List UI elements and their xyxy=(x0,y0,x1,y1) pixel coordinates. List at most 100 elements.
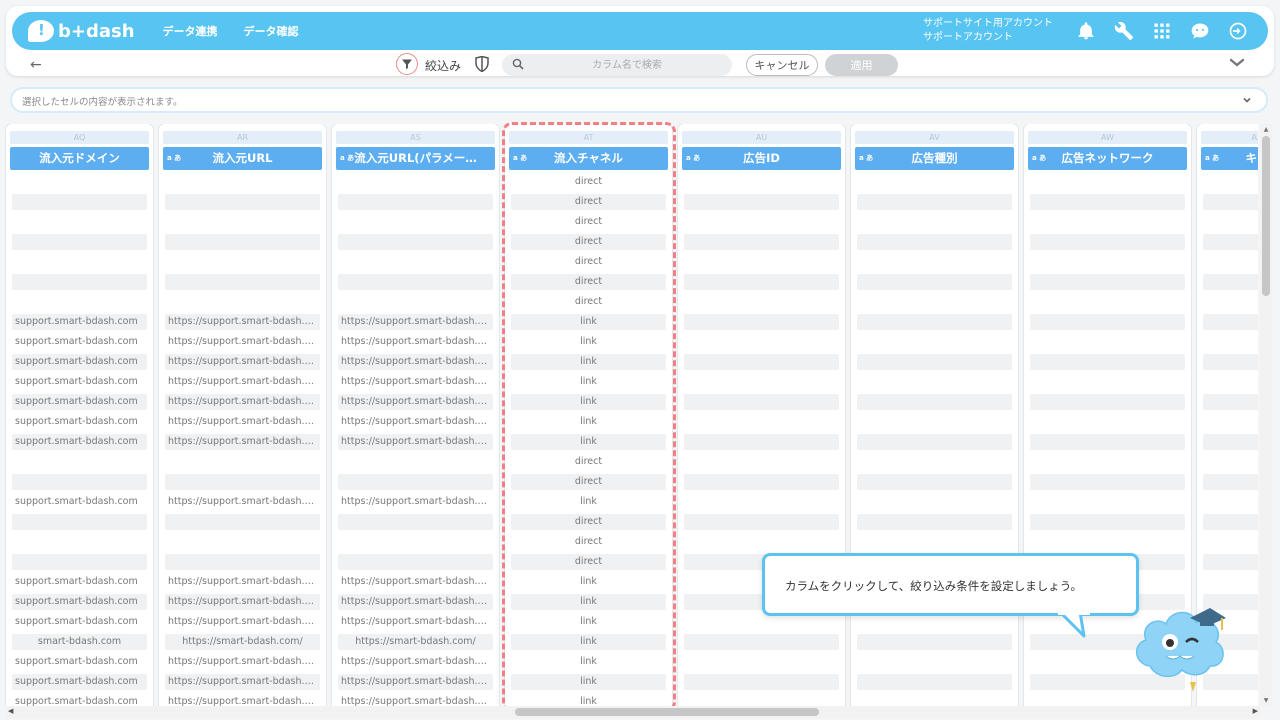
table-cell[interactable] xyxy=(684,434,839,450)
table-cell[interactable] xyxy=(1203,554,1258,570)
filter-funnel-icon[interactable] xyxy=(396,53,418,75)
table-cell[interactable] xyxy=(1030,534,1185,550)
table-cell[interactable] xyxy=(12,274,147,290)
table-cell[interactable] xyxy=(338,554,493,570)
table-cell[interactable] xyxy=(165,254,320,270)
table-cell[interactable] xyxy=(1030,194,1185,210)
table-cell[interactable] xyxy=(1203,254,1258,270)
table-cell[interactable] xyxy=(1030,694,1185,706)
table-cell[interactable] xyxy=(684,234,839,250)
table-cell[interactable] xyxy=(857,454,1012,470)
table-cell[interactable]: https://support.smart-bdash.com/ xyxy=(165,614,320,630)
table-cell[interactable] xyxy=(684,194,839,210)
table-cell[interactable] xyxy=(1203,414,1258,430)
table-cell[interactable]: smart-bdash.com xyxy=(12,634,147,650)
table-cell[interactable] xyxy=(12,474,147,490)
wrench-icon[interactable] xyxy=(1112,19,1136,43)
table-cell[interactable] xyxy=(12,194,147,210)
table-cell[interactable] xyxy=(857,614,1012,630)
table-cell[interactable]: support.smart-bdash.com xyxy=(12,614,147,630)
cell-content-preview[interactable]: 選択したセルの内容が表示されます。 xyxy=(10,87,1268,113)
table-cell[interactable]: link xyxy=(511,394,666,410)
table-cell[interactable] xyxy=(12,214,147,230)
table-cell[interactable] xyxy=(1203,514,1258,530)
column-as[interactable]: AS a あ流入元URL(パラメー… https://support.smart-b… xyxy=(332,124,499,706)
table-cell[interactable] xyxy=(684,214,839,230)
table-cell[interactable] xyxy=(338,254,493,270)
table-cell[interactable]: support.smart-bdash.com xyxy=(12,594,147,610)
table-cell[interactable]: https://smart-bdash.com/ xyxy=(165,634,320,650)
column-ar[interactable]: AR a あ 流入元URL https://support.smart-bdash.c… xyxy=(159,124,326,706)
table-cell[interactable] xyxy=(857,634,1012,650)
table-cell[interactable]: support.smart-bdash.com xyxy=(12,354,147,370)
column-au[interactable]: AU a あ 広告ID xyxy=(678,124,845,706)
logout-icon[interactable] xyxy=(1226,19,1250,43)
table-cell[interactable] xyxy=(12,174,147,190)
table-cell[interactable] xyxy=(857,374,1012,390)
table-cell[interactable]: direct xyxy=(511,214,666,230)
table-cell[interactable]: link xyxy=(511,374,666,390)
table-cell[interactable] xyxy=(338,214,493,230)
table-cell[interactable]: https://support.smart-bdash.com/ xyxy=(338,414,493,430)
table-cell[interactable]: link xyxy=(511,434,666,450)
column-av[interactable]: AV a あ 広告種別 xyxy=(851,124,1018,706)
table-cell[interactable] xyxy=(1030,274,1185,290)
table-cell[interactable]: direct xyxy=(511,174,666,190)
column-header[interactable]: a あ流入元URL(パラメー… xyxy=(336,147,495,170)
table-cell[interactable] xyxy=(1030,414,1185,430)
table-cell[interactable]: direct xyxy=(511,454,666,470)
table-cell[interactable]: direct xyxy=(511,254,666,270)
table-cell[interactable] xyxy=(684,514,839,530)
table-cell[interactable] xyxy=(165,514,320,530)
table-cell[interactable] xyxy=(1030,494,1185,510)
table-cell[interactable]: direct xyxy=(511,194,666,210)
table-cell[interactable]: link xyxy=(511,334,666,350)
table-cell[interactable]: https://support.smart-bdash.com/ xyxy=(165,494,320,510)
table-cell[interactable] xyxy=(684,354,839,370)
table-cell[interactable]: https://support.smart-bdash.com/ xyxy=(165,394,320,410)
table-cell[interactable] xyxy=(684,634,839,650)
column-header[interactable]: a あ 流入元URL xyxy=(163,147,322,170)
table-cell[interactable] xyxy=(338,274,493,290)
table-cell[interactable] xyxy=(857,414,1012,430)
table-cell[interactable] xyxy=(857,294,1012,310)
table-cell[interactable] xyxy=(1203,434,1258,450)
table-cell[interactable]: link xyxy=(511,494,666,510)
table-cell[interactable]: https://support.smart-bdash.com/ xyxy=(165,314,320,330)
table-cell[interactable] xyxy=(1030,474,1185,490)
table-cell[interactable] xyxy=(165,274,320,290)
table-cell[interactable]: link xyxy=(511,634,666,650)
table-cell[interactable]: https://support.smart-bdash.com/ xyxy=(165,434,320,450)
table-cell[interactable] xyxy=(857,434,1012,450)
table-cell[interactable]: support.smart-bdash.com xyxy=(12,654,147,670)
table-cell[interactable]: support.smart-bdash.com xyxy=(12,674,147,690)
table-cell[interactable]: https://support.smart-bdash.com/ xyxy=(165,574,320,590)
table-cell[interactable] xyxy=(338,194,493,210)
table-cell[interactable]: https://support.smart-bdash.com/ xyxy=(338,334,493,350)
table-cell[interactable]: https://support.smart-bdash.com/ xyxy=(338,574,493,590)
table-cell[interactable] xyxy=(684,694,839,706)
scroll-left-icon[interactable]: ◀ xyxy=(8,707,13,715)
apply-button[interactable]: 適用 xyxy=(825,54,898,76)
table-cell[interactable] xyxy=(857,534,1012,550)
table-cell[interactable] xyxy=(165,474,320,490)
table-cell[interactable] xyxy=(684,614,839,630)
table-cell[interactable] xyxy=(1203,394,1258,410)
table-cell[interactable] xyxy=(857,314,1012,330)
scroll-up-icon[interactable]: ▲ xyxy=(1262,126,1270,133)
table-cell[interactable]: https://support.smart-bdash.com/ xyxy=(338,614,493,630)
back-arrow-icon[interactable]: ← xyxy=(30,57,42,73)
table-cell[interactable] xyxy=(338,514,493,530)
table-cell[interactable]: https://support.smart-bdash.com/ xyxy=(165,334,320,350)
column-header[interactable]: a あ 広告種別 xyxy=(855,147,1014,170)
table-cell[interactable]: link xyxy=(511,694,666,706)
scroll-down-icon[interactable]: ▼ xyxy=(1262,697,1270,704)
table-cell[interactable] xyxy=(1203,274,1258,290)
table-cell[interactable] xyxy=(338,534,493,550)
table-cell[interactable] xyxy=(165,294,320,310)
column-search-input[interactable] xyxy=(532,57,722,73)
table-cell[interactable] xyxy=(1030,354,1185,370)
table-cell[interactable] xyxy=(1030,334,1185,350)
table-cell[interactable] xyxy=(1030,254,1185,270)
table-cell[interactable]: link xyxy=(511,654,666,670)
